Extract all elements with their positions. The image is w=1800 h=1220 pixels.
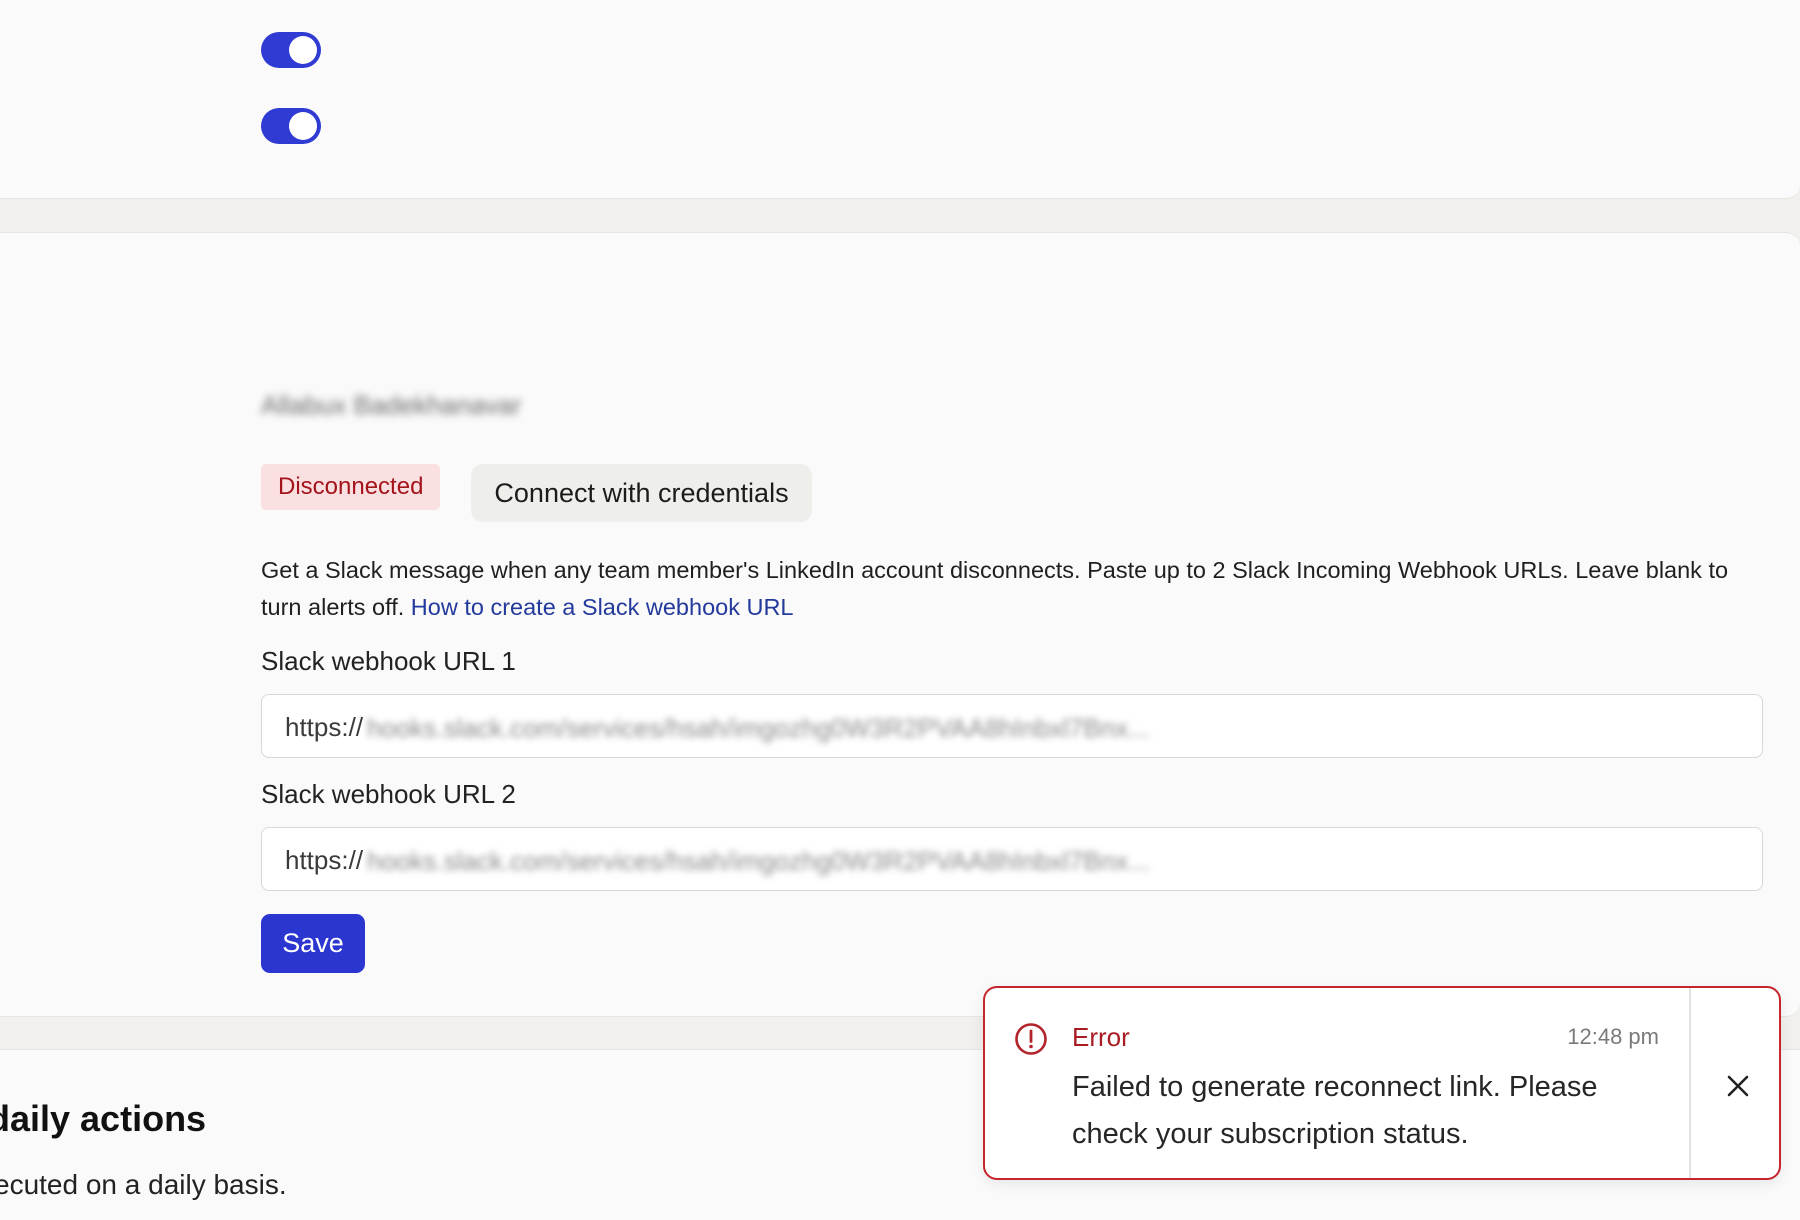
toggle-knob	[289, 112, 317, 140]
toast-timestamp: 12:48 pm	[1567, 1024, 1659, 1049]
save-button[interactable]: Save	[261, 914, 365, 973]
webhook-url-1-label: Slack webhook URL 1	[261, 646, 516, 676]
daily-actions-subtitle: ecuted on a daily basis.	[0, 1169, 287, 1200]
daily-actions-title: daily actions	[0, 1098, 207, 1139]
toggle-switch-1[interactable]	[261, 32, 321, 68]
webhook-url-2-label: Slack webhook URL 2	[261, 779, 516, 809]
url-prefix: https://	[285, 712, 364, 742]
slack-webhook-help-link[interactable]: How to create a Slack webhook URL	[411, 594, 794, 620]
alert-circle-icon	[1015, 1023, 1047, 1055]
webhook-url-2-input[interactable]: https:// hooks.slack.com/services/hsah/i…	[261, 827, 1763, 891]
account-name: Allabux Badekhanavar	[261, 390, 522, 420]
toast-title: Error	[1072, 1022, 1130, 1052]
error-toast: Error 12:48 pm Failed to generate reconn…	[983, 986, 1781, 1180]
close-icon[interactable]	[1725, 1073, 1751, 1099]
connect-with-credentials-button[interactable]: Connect with credentials	[471, 464, 812, 522]
url-value: hooks.slack.com/services/hsah/imgozhg0W3…	[367, 713, 1150, 743]
toggle-knob	[289, 36, 317, 64]
webhook-url-1-input[interactable]: https:// hooks.slack.com/services/hsah/i…	[261, 694, 1763, 758]
status-badge: Disconnected	[261, 464, 441, 510]
toast-message: Failed to generate reconnect link. Pleas…	[1072, 1071, 1598, 1150]
notification-settings-card	[0, 0, 1800, 199]
url-prefix: https://	[285, 845, 364, 875]
toggle-switch-2[interactable]	[261, 108, 321, 144]
url-value: hooks.slack.com/services/hsah/imgozhg0W3…	[367, 846, 1150, 876]
slack-alerts-description: Get a Slack message when any team member…	[261, 552, 1761, 626]
toast-divider	[1689, 988, 1691, 1178]
